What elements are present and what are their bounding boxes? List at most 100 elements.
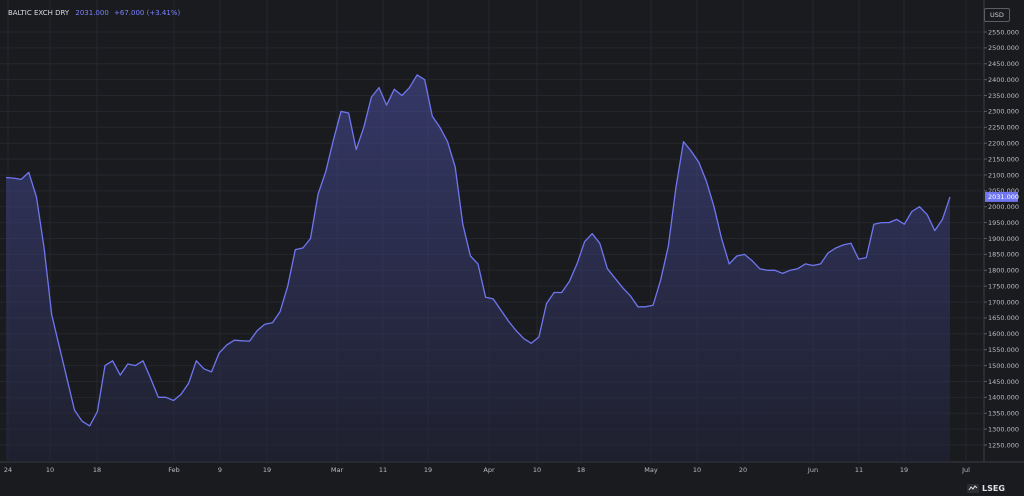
data-point bbox=[728, 263, 730, 265]
data-point bbox=[583, 241, 585, 243]
data-point bbox=[591, 233, 593, 235]
data-point bbox=[332, 139, 334, 141]
data-point bbox=[12, 177, 14, 179]
data-point bbox=[142, 360, 144, 362]
data-point bbox=[73, 409, 75, 411]
data-point bbox=[43, 247, 45, 249]
y-tick-label: 1550.000 bbox=[988, 346, 1019, 354]
x-tick-label: 11 bbox=[379, 466, 387, 474]
data-point bbox=[309, 237, 311, 239]
data-point bbox=[20, 178, 22, 180]
data-point bbox=[256, 329, 258, 331]
data-point bbox=[454, 166, 456, 168]
data-point bbox=[241, 340, 243, 342]
y-tick-label: 1800.000 bbox=[988, 267, 1019, 275]
data-point bbox=[873, 223, 875, 225]
data-point bbox=[347, 112, 349, 114]
data-point bbox=[926, 214, 928, 216]
y-tick-label: 2250.000 bbox=[988, 124, 1019, 132]
data-point bbox=[89, 425, 91, 427]
instrument-name: BALTIC EXCH DRY bbox=[8, 9, 70, 17]
last-price-tag: 2031.000 bbox=[985, 191, 1019, 202]
data-point bbox=[28, 171, 30, 173]
data-point bbox=[774, 269, 776, 271]
data-point bbox=[500, 309, 502, 311]
data-point bbox=[751, 260, 753, 262]
y-tick-label: 1250.000 bbox=[988, 441, 1019, 449]
data-point bbox=[431, 115, 433, 117]
data-point bbox=[523, 337, 525, 339]
data-point bbox=[287, 285, 289, 287]
y-axis[interactable]: 1250.000 1300.000 1350.000 1400.000 1450.000… bbox=[984, 28, 1019, 449]
data-point bbox=[713, 206, 715, 208]
y-tick-label: 1850.000 bbox=[988, 251, 1019, 259]
data-point bbox=[911, 210, 913, 212]
x-tick-label: 10 bbox=[693, 466, 701, 474]
data-point bbox=[812, 264, 814, 266]
data-point bbox=[81, 420, 83, 422]
data-point bbox=[941, 218, 943, 220]
data-point bbox=[226, 344, 228, 346]
x-axis[interactable]: 24 10 18 Feb 9 19 Mar 11 19 Apr 10 18 May 10 20 Jun 11 19… bbox=[4, 466, 970, 474]
data-point bbox=[842, 244, 844, 246]
area-fill bbox=[6, 74, 950, 463]
data-point bbox=[903, 223, 905, 225]
data-point bbox=[355, 148, 357, 150]
data-point bbox=[172, 399, 174, 401]
currency-button[interactable]: USD bbox=[984, 8, 1010, 22]
y-tick-label: 2500.000 bbox=[988, 44, 1019, 52]
data-point bbox=[96, 410, 98, 412]
data-point bbox=[804, 263, 806, 265]
data-point bbox=[880, 221, 882, 223]
data-point bbox=[789, 269, 791, 271]
data-point bbox=[827, 252, 829, 254]
data-point bbox=[363, 126, 365, 128]
data-point bbox=[599, 242, 601, 244]
series-area bbox=[6, 74, 950, 463]
x-tick-label: Feb bbox=[168, 466, 180, 474]
data-point bbox=[294, 248, 296, 250]
data-point bbox=[271, 322, 273, 324]
x-tick-label: Jun bbox=[807, 466, 818, 474]
data-point bbox=[111, 360, 113, 362]
y-tick-label: 1900.000 bbox=[988, 235, 1019, 243]
data-point bbox=[660, 279, 662, 281]
price-chart[interactable]: 1250.000 1300.000 1350.000 1400.000 1450.000… bbox=[0, 0, 1024, 496]
data-point bbox=[469, 255, 471, 257]
data-point bbox=[446, 140, 448, 142]
y-tick-label: 2400.000 bbox=[988, 76, 1019, 84]
data-point bbox=[149, 377, 151, 379]
data-point bbox=[393, 88, 395, 90]
data-point bbox=[606, 268, 608, 270]
data-point bbox=[385, 104, 387, 106]
data-point bbox=[119, 374, 121, 376]
data-point bbox=[484, 296, 486, 298]
x-tick-label: 10 bbox=[46, 466, 54, 474]
data-point bbox=[629, 295, 631, 297]
data-point bbox=[378, 86, 380, 88]
y-tick-label: 1750.000 bbox=[988, 282, 1019, 290]
x-tick-label: Mar bbox=[331, 466, 344, 474]
data-point bbox=[35, 196, 37, 198]
data-point bbox=[690, 150, 692, 152]
data-point bbox=[621, 287, 623, 289]
data-point bbox=[850, 242, 852, 244]
data-point bbox=[195, 360, 197, 362]
data-point bbox=[545, 302, 547, 304]
data-point bbox=[652, 304, 654, 306]
data-point bbox=[51, 314, 53, 316]
data-point bbox=[203, 368, 205, 370]
data-point bbox=[507, 320, 509, 322]
data-point bbox=[188, 382, 190, 384]
data-point bbox=[340, 110, 342, 112]
y-tick-label: 2300.000 bbox=[988, 108, 1019, 116]
x-tick-label: Jul bbox=[961, 466, 970, 474]
data-point bbox=[127, 363, 129, 365]
chart-panel: 1250.000 1300.000 1350.000 1400.000 1450.000… bbox=[0, 0, 1024, 496]
data-point bbox=[934, 229, 936, 231]
y-tick-label: 1600.000 bbox=[988, 330, 1019, 338]
data-point bbox=[797, 268, 799, 270]
data-point bbox=[302, 247, 304, 249]
data-point bbox=[576, 263, 578, 265]
y-tick-label: 2100.000 bbox=[988, 171, 1019, 179]
